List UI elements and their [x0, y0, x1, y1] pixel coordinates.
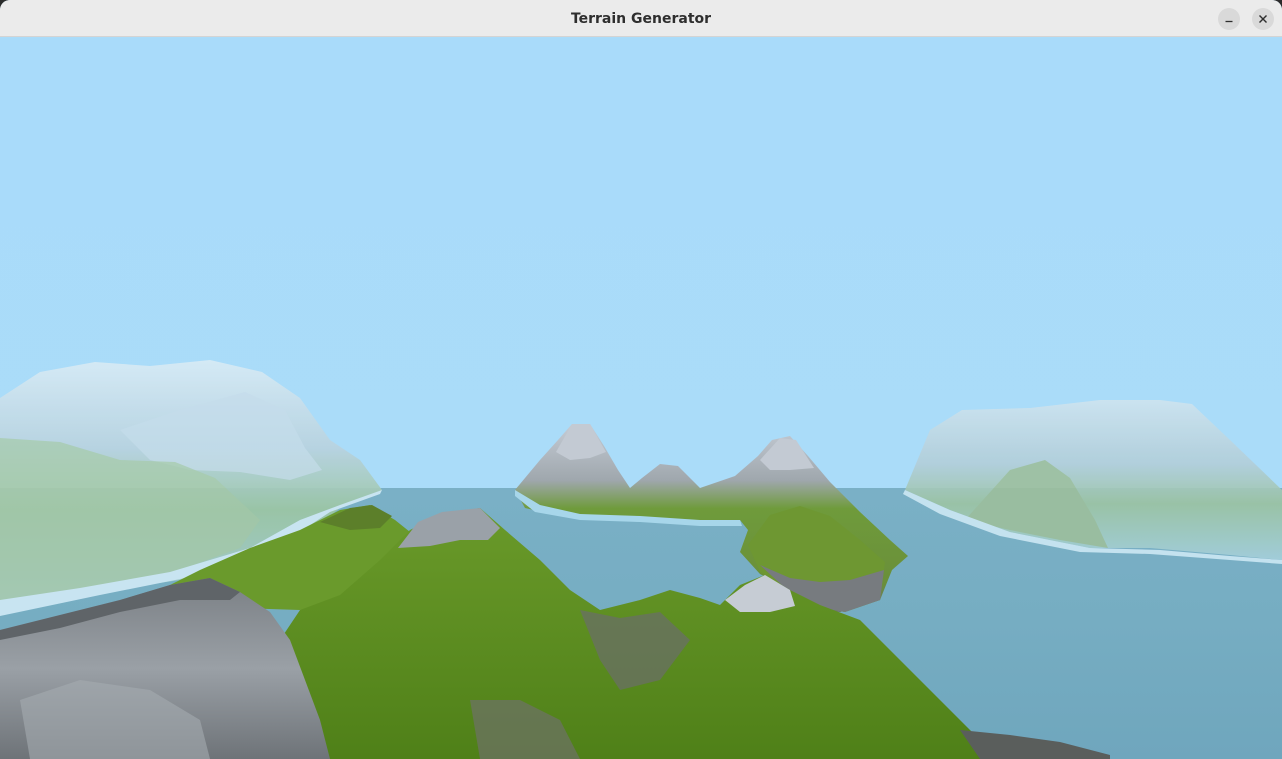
app-window: Terrain Generator [0, 0, 1282, 759]
window-title: Terrain Generator [570, 11, 712, 27]
title-bar[interactable]: Terrain Generator [0, 0, 1282, 37]
terrain-viewport[interactable] [0, 38, 1282, 759]
close-button[interactable] [1252, 8, 1274, 30]
close-icon [1259, 15, 1267, 23]
minimize-icon [1225, 20, 1233, 23]
minimize-button[interactable] [1218, 8, 1240, 30]
terrain-render [0, 38, 1282, 759]
